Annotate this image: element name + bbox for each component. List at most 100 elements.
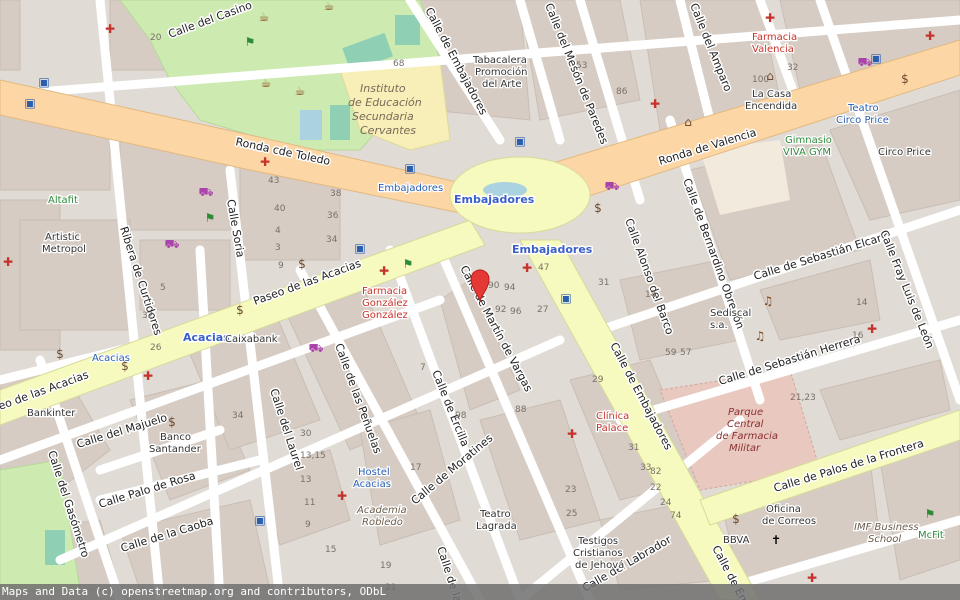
label-casa-encendida-1: La Casa [752, 89, 791, 100]
label-gimnasio-1: Gimnasio [785, 135, 832, 146]
svg-text:14: 14 [856, 298, 868, 308]
label-teatro-circo-1: Teatro [847, 103, 879, 114]
label-tabacalera-2: Promoción [475, 66, 527, 78]
worship-icon: ✝ [771, 533, 781, 547]
svg-text:3: 3 [275, 243, 281, 253]
shop-icon: ⛟ [604, 179, 619, 193]
svg-text:5: 5 [160, 283, 166, 293]
pharmacy-icon: ✚ [105, 22, 115, 36]
svg-text:74: 74 [670, 511, 682, 521]
museum-icon: ⌂ [684, 115, 692, 129]
bank-icon: $ [236, 303, 244, 317]
station-embajadores-bike[interactable]: Embajadores [511, 242, 595, 258]
bus-stop-icon: ▣ [514, 134, 525, 148]
shop-icon: ⛟ [164, 237, 179, 251]
label-bankinter: Bankinter [27, 408, 76, 419]
bus-stop-embajadores[interactable]: Embajadores [377, 182, 445, 196]
pharmacy-icon: ✚ [867, 322, 877, 336]
cafe-icon: ☕ [261, 76, 272, 90]
svg-text:17: 17 [410, 463, 421, 473]
bank-icon: $ [121, 359, 129, 373]
bank-icon: $ [901, 72, 909, 86]
label-circo-price: Circo Price [878, 147, 931, 158]
pharmacy-icon: ✚ [650, 97, 660, 111]
svg-text:32: 32 [142, 311, 153, 321]
theatre-icon: ♫ [755, 329, 766, 343]
svg-text:90: 90 [488, 281, 500, 291]
cafe-icon: ☕ [324, 0, 335, 13]
label-clinica-palace-1: Clínica [596, 410, 629, 422]
svg-text:38: 38 [330, 189, 342, 199]
hn-43: 43 [268, 176, 279, 186]
map-canvas[interactable]: Ronda cde Toledo Ronda de Valencia Paseo… [0, 0, 960, 600]
pharmacy-icon: ✚ [522, 261, 532, 275]
svg-text:7: 7 [420, 363, 426, 373]
svg-text:92: 92 [495, 305, 506, 315]
map-attribution[interactable]: Maps and Data (c) openstreetmap.org and … [0, 584, 960, 600]
label-imf-1: IMF Business [854, 522, 919, 533]
pharmacy-icon: ✚ [260, 155, 270, 169]
pharmacy-icon: ✚ [765, 11, 775, 25]
svg-text:11: 11 [304, 498, 315, 508]
label-artistic-2: Metropol [42, 244, 86, 255]
bus-stop-icon: ▣ [24, 96, 35, 110]
svg-text:26: 26 [150, 343, 162, 353]
svg-text:88: 88 [515, 405, 527, 415]
svg-text:32: 32 [787, 63, 798, 73]
label-teatro-lagrada-1: Teatro [479, 509, 511, 520]
label-casa-encendida-2: Encendida [745, 101, 797, 112]
svg-text:15: 15 [325, 545, 336, 555]
label-testigos-1: Testigos [577, 536, 618, 547]
label-artistic-1: Artistic [45, 232, 80, 243]
label-academia-2: Robledo [362, 517, 403, 528]
svg-text:53: 53 [576, 61, 587, 71]
pharmacy-icon: ✚ [337, 489, 347, 503]
pharmacy-icon: ✚ [379, 264, 389, 278]
shop-icon: ⛟ [308, 341, 323, 355]
svg-text:31: 31 [598, 278, 609, 288]
pharmacy-icon: ✚ [925, 29, 935, 43]
pool [300, 110, 322, 140]
svg-text:27: 27 [537, 305, 548, 315]
svg-text:23: 23 [565, 485, 576, 495]
museum-icon: ⌂ [766, 69, 774, 83]
bank-icon: $ [168, 415, 176, 429]
station-acacias[interactable]: Acacias [182, 330, 232, 346]
svg-text:13,15: 13,15 [300, 451, 326, 461]
label-farmacia-gonzalez-2: González [362, 297, 408, 309]
label-correos-2: de Correos [762, 516, 816, 527]
label-sediscal-2: s.a. [710, 320, 728, 331]
label-instituto-1: Instituto [360, 82, 406, 95]
svg-text:47: 47 [538, 263, 549, 273]
label-altafit: Altafit [48, 195, 78, 206]
pharmacy-icon: ✚ [807, 571, 817, 585]
bus-stop-icon: ▣ [560, 291, 571, 305]
shop-icon: ⛟ [198, 185, 213, 199]
label-tabacalera-1: Tabacalera [472, 55, 527, 66]
cafe-icon: ☕ [295, 84, 306, 98]
svg-text:96: 96 [510, 307, 522, 317]
svg-text:34: 34 [232, 411, 244, 421]
label-testigos-3: de Jehová [575, 559, 624, 571]
svg-text:24: 24 [660, 498, 672, 508]
svg-text:25: 25 [566, 509, 577, 519]
svg-text:4: 4 [275, 226, 281, 236]
svg-text:98: 98 [455, 411, 467, 421]
station-embajadores[interactable]: Embajadores [453, 192, 537, 208]
svg-text:68: 68 [393, 59, 405, 69]
label-hostel-1: Hostel [358, 467, 390, 478]
cafe-icon: ☕ [259, 10, 270, 24]
label-imf-2: School [868, 534, 901, 545]
svg-text:29: 29 [592, 375, 604, 385]
label-farmacia-gonzalez-3: González [362, 309, 408, 321]
pharmacy-icon: ✚ [567, 427, 577, 441]
fitness-icon: ⚑ [245, 35, 256, 49]
label-teatro-circo-2: Circo Price [836, 115, 889, 126]
bus-stop-icon: ▣ [38, 75, 49, 89]
svg-text:57: 57 [680, 348, 691, 358]
svg-text:34: 34 [326, 235, 338, 245]
label-instituto-3: Secundaria [352, 110, 414, 123]
fitness-icon: ⚑ [403, 257, 414, 271]
map-view[interactable]: Ronda cde Toledo Ronda de Valencia Paseo… [0, 0, 960, 600]
label-parque-4: Militar [729, 443, 761, 454]
